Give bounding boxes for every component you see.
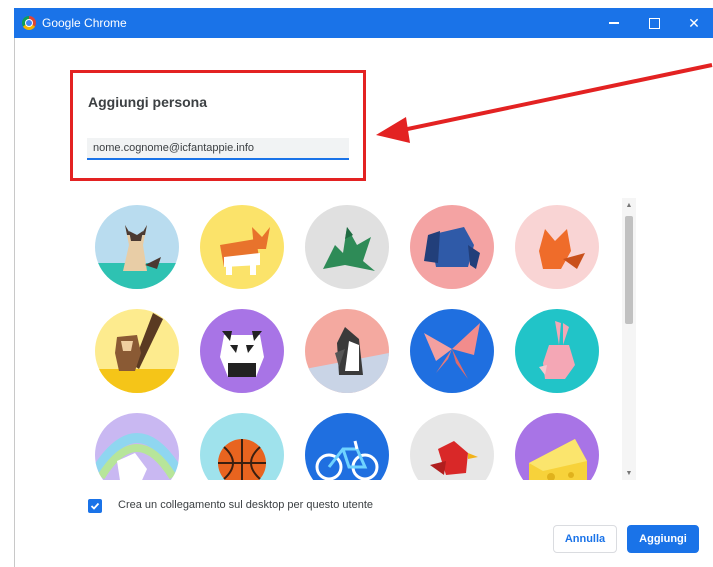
chrome-logo-icon: [22, 16, 36, 30]
minimize-icon: [609, 22, 619, 24]
cancel-button[interactable]: Annulla: [553, 525, 617, 553]
avatar-cheese[interactable]: [515, 413, 599, 480]
desktop-shortcut-label: Crea un collegamento sul desktop per que…: [118, 499, 373, 511]
avatar-penguin[interactable]: [305, 309, 389, 393]
maximize-icon: [648, 17, 660, 29]
desktop-shortcut-checkbox[interactable]: [88, 499, 102, 513]
avatar-fox[interactable]: [515, 205, 599, 289]
scroll-up-icon[interactable]: ▲: [622, 198, 636, 212]
avatar-basketball[interactable]: [200, 413, 284, 480]
avatar-bicycle[interactable]: [305, 413, 389, 480]
add-button[interactable]: Aggiungi: [627, 525, 699, 553]
avatar-bird[interactable]: [410, 413, 494, 480]
scroll-down-icon[interactable]: ▼: [622, 466, 636, 480]
checkmark-icon: [90, 502, 100, 510]
avatar-scrollbar[interactable]: ▲ ▼: [622, 198, 636, 480]
annotation-highlight-box: [70, 70, 366, 181]
avatar-unicorn[interactable]: [95, 413, 179, 480]
close-button[interactable]: ✕: [674, 8, 713, 38]
maximize-button[interactable]: [634, 8, 674, 38]
avatar-dragon[interactable]: [305, 205, 389, 289]
avatar-panda[interactable]: [200, 309, 284, 393]
annotation-arrow-icon: [376, 63, 713, 143]
avatar-butterfly[interactable]: [410, 309, 494, 393]
avatar-cat[interactable]: [95, 205, 179, 289]
window-border: [14, 38, 15, 567]
minimize-button[interactable]: [594, 8, 634, 38]
window-title: Google Chrome: [42, 16, 127, 30]
avatar-rabbit[interactable]: [515, 309, 599, 393]
avatar-corgi[interactable]: [200, 205, 284, 289]
avatar-elephant[interactable]: [410, 205, 494, 289]
title-bar: Google Chrome ✕: [14, 8, 713, 38]
close-icon: ✕: [688, 14, 700, 31]
scroll-thumb[interactable]: [625, 216, 633, 324]
avatar-monkey[interactable]: [95, 309, 179, 393]
avatar-grid: [82, 198, 622, 480]
